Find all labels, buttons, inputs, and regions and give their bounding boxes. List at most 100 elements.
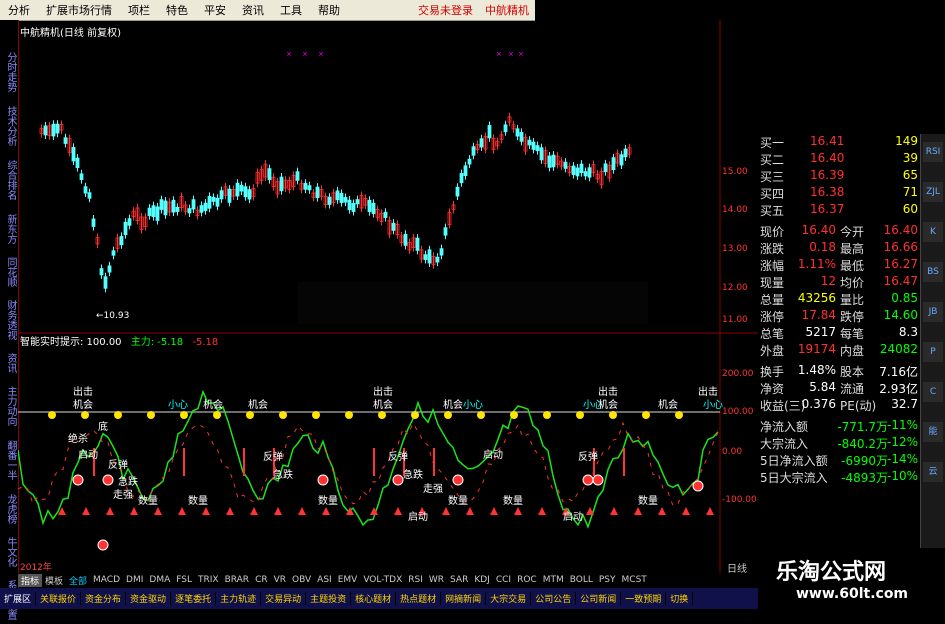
stat-value: 16.47 — [883, 274, 918, 288]
bottom-tab[interactable]: 公司新闻 — [576, 592, 622, 605]
stat-value: 19174 — [797, 342, 836, 356]
menu-item[interactable]: 扩展市场行情 — [38, 2, 120, 18]
left-nav-tab[interactable]: 技术分析 — [1, 102, 16, 150]
indicator-tab[interactable]: DMA — [146, 575, 173, 585]
side-button[interactable]: 云 — [923, 462, 943, 482]
indicator-tab[interactable]: VOL-TDX — [360, 575, 405, 585]
trade-status[interactable]: 交易未登录 — [412, 2, 479, 18]
timeframe-label[interactable]: 日线 — [727, 560, 747, 575]
left-nav-tab[interactable]: 财务透视 — [1, 296, 16, 344]
indicator-tab[interactable]: MACD — [90, 575, 123, 585]
bottom-tab[interactable]: 主题投资 — [306, 592, 352, 605]
indicator-label: 数量 — [318, 494, 338, 507]
indicator-tab[interactable]: KDJ — [471, 575, 493, 585]
menu-item[interactable]: 资讯 — [234, 2, 272, 18]
left-nav-tab[interactable]: 综合排名 — [1, 156, 16, 204]
signal-dot — [81, 411, 89, 419]
candle — [191, 199, 196, 210]
signal-marker: × — [508, 50, 514, 58]
candle — [427, 249, 432, 264]
indicator-tab[interactable]: MTM — [540, 575, 567, 585]
side-button[interactable]: P — [923, 342, 943, 362]
indicator-tab[interactable]: BRAR — [222, 575, 252, 585]
red-ball — [102, 474, 114, 486]
buy-row: 买三 16.39 65 — [758, 168, 920, 185]
side-button[interactable]: BS — [923, 262, 943, 282]
indicator-tab[interactable]: 指标 — [18, 573, 43, 587]
left-nav-tab[interactable]: 主力动向 — [1, 382, 16, 430]
bottom-tab[interactable]: 逐笔委托 — [171, 592, 217, 605]
indicator-tab[interactable]: EMV — [335, 575, 361, 585]
candle — [587, 167, 592, 178]
menu-item[interactable]: 特色 — [158, 2, 196, 18]
indicator-tab[interactable]: SAR — [447, 575, 471, 585]
left-nav-tab[interactable]: 同花顺 — [1, 253, 16, 290]
indicator-tab[interactable]: ROC — [514, 575, 540, 585]
bottom-tab[interactable]: 资金驱动 — [126, 592, 172, 605]
triangle-marker — [706, 507, 714, 515]
candle — [343, 197, 348, 203]
left-nav-tab[interactable]: 资讯 — [1, 350, 16, 376]
bottom-tab[interactable]: 主力轨迹 — [216, 592, 262, 605]
indicator-name: 智能实时提示 — [20, 337, 80, 348]
indicator-label: 数量 — [188, 494, 208, 507]
candle — [147, 207, 152, 217]
side-button[interactable]: C — [923, 382, 943, 402]
bottom-tab[interactable]: 交易异动 — [261, 592, 307, 605]
bottom-tab[interactable]: 资金分布 — [81, 592, 127, 605]
triangle-marker — [130, 507, 138, 515]
side-button[interactable]: ZJL — [923, 182, 943, 202]
bottom-tab[interactable]: 网摘新闻 — [441, 592, 487, 605]
left-nav-tab[interactable]: 新东方 — [1, 210, 16, 247]
left-nav-tab[interactable]: 分时走势 — [1, 48, 16, 96]
menu-item[interactable]: 分析 — [0, 2, 38, 18]
bottom-tab[interactable]: 大宗交易 — [486, 592, 532, 605]
candle — [243, 186, 248, 198]
indicator-tab[interactable]: ASI — [314, 575, 335, 585]
indicator-tab[interactable]: CCI — [493, 575, 514, 585]
bottom-tab[interactable]: 热点题材 — [396, 592, 442, 605]
candle — [315, 186, 320, 199]
candle — [403, 233, 408, 246]
indicator-tab[interactable]: CR — [252, 575, 271, 585]
bottom-tab[interactable]: 扩展区 — [0, 592, 37, 605]
red-ball — [392, 474, 404, 486]
stat-label: 涨跌 — [760, 242, 785, 256]
left-nav-tab[interactable]: 牛文化 — [1, 533, 16, 570]
indicator-tab[interactable]: WR — [426, 575, 447, 585]
left-nav-tab[interactable]: 翻番一半 — [1, 436, 16, 484]
indicator-tab[interactable]: 模板 — [42, 574, 66, 587]
indicator-tab[interactable]: 全部 — [66, 574, 90, 587]
bottom-tab[interactable]: 公司公告 — [531, 592, 577, 605]
menu-item[interactable]: 工具 — [272, 2, 310, 18]
bottom-tab[interactable]: 核心题材 — [351, 592, 397, 605]
red-ball — [582, 474, 594, 486]
indicator-tab[interactable]: VR — [271, 575, 289, 585]
menu-item[interactable]: 帮助 — [310, 2, 348, 18]
bottom-tab[interactable]: 切换 — [666, 592, 694, 605]
left-nav-tab[interactable]: 龙虎榜 — [1, 490, 16, 527]
flow-value: -771.7万 — [837, 420, 888, 434]
menu-item[interactable]: 平安 — [196, 2, 234, 18]
indicator-tab[interactable]: BOLL — [567, 575, 596, 585]
signal-dot — [48, 411, 56, 419]
indicator-tab[interactable]: OBV — [289, 575, 314, 585]
triangle-marker — [202, 507, 210, 515]
side-button[interactable]: K — [923, 222, 943, 242]
menu-item[interactable]: 项栏 — [120, 2, 158, 18]
indicator-label: 绝杀 — [68, 432, 88, 445]
indicator-label: 出击 — [373, 385, 393, 398]
bottom-tab[interactable]: 关联报价 — [36, 592, 82, 605]
indicator-tab[interactable]: FSL — [173, 575, 195, 585]
red-ball — [592, 474, 604, 486]
bottom-tab[interactable]: 一致预期 — [621, 592, 667, 605]
main-force-label: 主力: -5.18 — [130, 337, 184, 348]
side-button[interactable]: JB — [923, 302, 943, 322]
side-button[interactable]: 能 — [923, 422, 943, 442]
indicator-tab[interactable]: PSY — [596, 575, 619, 585]
indicator-tab[interactable]: DMI — [123, 575, 146, 585]
indicator-tab[interactable]: MCST — [619, 575, 650, 585]
indicator-tab[interactable]: RSI — [405, 575, 426, 585]
side-button[interactable]: RSI — [923, 142, 943, 162]
indicator-tab[interactable]: TRIX — [195, 575, 222, 585]
